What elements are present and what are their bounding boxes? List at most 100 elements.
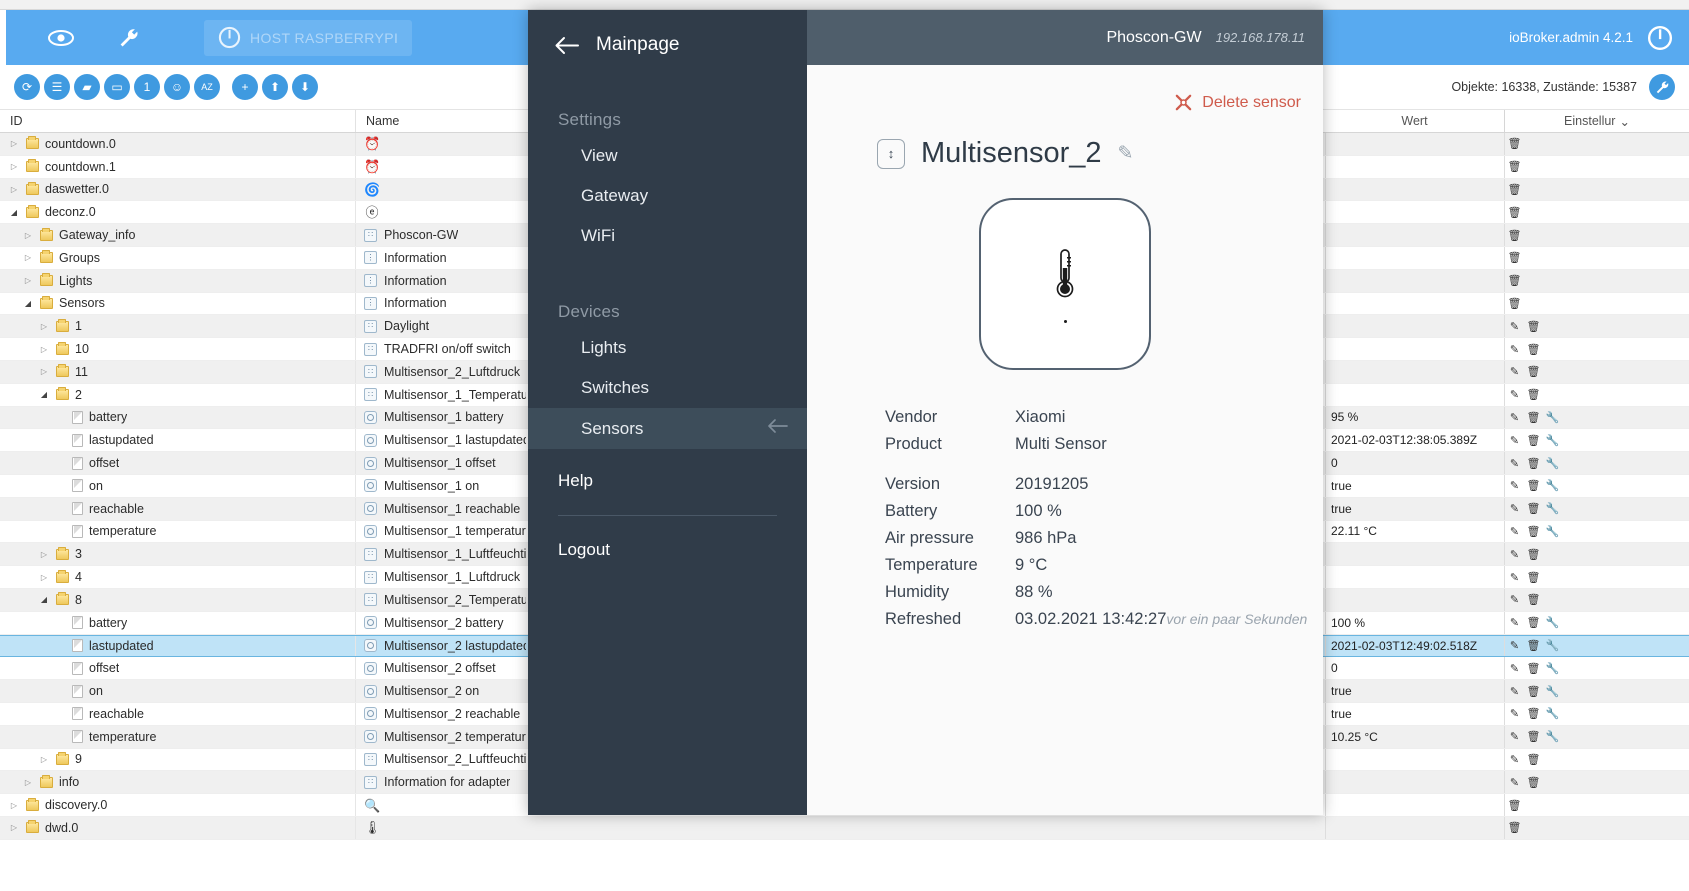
edit-pencil-icon[interactable]: ✎ [1505,521,1524,543]
column-header-id[interactable]: ID [0,110,356,132]
edit-pencil-icon[interactable]: ✎ [1505,543,1524,565]
chevron-right-icon[interactable]: ▷ [8,801,20,810]
wrench-icon[interactable] [114,23,144,53]
list-button[interactable]: ☰ [44,74,70,100]
pencil-icon[interactable]: ✎ [1118,142,1134,165]
column-header-value[interactable]: Wert [1325,110,1505,133]
chevron-right-icon[interactable]: ▷ [38,367,50,376]
edit-pencil-icon[interactable]: ✎ [1505,612,1524,634]
chevron-right-icon[interactable]: ▷ [22,231,34,240]
sidebar-item-help[interactable]: Help [528,449,807,491]
trash-icon[interactable]: 🗑 [1505,179,1524,201]
edit-pencil-icon[interactable]: ✎ [1505,589,1524,611]
trash-icon[interactable]: 🗑 [1524,749,1543,771]
chevron-down-icon[interactable]: ◢ [38,390,50,399]
sidebar-item-logout[interactable]: Logout [528,516,807,560]
trash-icon[interactable]: 🗑 [1505,201,1524,223]
trash-icon[interactable]: 🗑 [1505,224,1524,246]
chevron-right-icon[interactable]: ▷ [8,823,20,832]
chevron-right-icon[interactable]: ▷ [38,550,50,559]
sidebar-item-switches[interactable]: Switches [528,368,807,408]
trash-icon[interactable]: 🗑 [1524,452,1543,474]
trash-icon[interactable]: 🗑 [1524,521,1543,543]
wrench-icon[interactable]: 🔧 [1543,429,1562,451]
chevron-right-icon[interactable]: ▷ [22,778,34,787]
trash-icon[interactable]: 🗑 [1524,361,1543,383]
trash-icon[interactable]: 🗑 [1524,315,1543,337]
trash-icon[interactable]: 🗑 [1505,156,1524,178]
trash-icon[interactable]: 🗑 [1524,589,1543,611]
trash-icon[interactable]: 🗑 [1524,407,1543,429]
level-one-button[interactable]: 1 [134,74,160,100]
edit-pencil-icon[interactable]: ✎ [1505,315,1524,337]
sidebar-item-lights[interactable]: Lights [528,328,807,368]
wrench-icon[interactable]: 🔧 [1543,407,1562,429]
trash-icon[interactable]: 🗑 [1524,384,1543,406]
edit-pencil-icon[interactable]: ✎ [1505,475,1524,497]
chevron-right-icon[interactable]: ▷ [22,253,34,262]
power-icon[interactable] [1647,25,1673,51]
wrench-icon[interactable]: 🔧 [1543,703,1562,725]
edit-pencil-icon[interactable]: ✎ [1505,452,1524,474]
eye-icon[interactable] [46,23,76,53]
chevron-right-icon[interactable]: ▷ [38,755,50,764]
trash-icon[interactable]: 🗑 [1505,133,1524,155]
trash-icon[interactable]: 🗑 [1524,498,1543,520]
edit-pencil-icon[interactable]: ✎ [1505,657,1524,679]
delete-sensor-button[interactable]: Delete sensor [1174,93,1301,112]
export-button[interactable]: ⬇ [292,74,318,100]
trash-icon[interactable]: 🗑 [1505,270,1524,292]
sidebar-item-view[interactable]: View [528,136,807,176]
sidebar-mainpage-link[interactable]: Mainpage [528,10,807,56]
edit-pencil-icon[interactable]: ✎ [1505,726,1524,748]
edit-pencil-icon[interactable]: ✎ [1505,749,1524,771]
host-selector[interactable]: HOST RASPBERRYPI [204,19,413,56]
wrench-icon[interactable]: 🔧 [1543,475,1562,497]
collapse-left-arrow-icon[interactable] [767,418,789,439]
trash-icon[interactable]: 🗑 [1505,794,1524,816]
settings-wrench-icon[interactable] [1649,74,1675,100]
edit-pencil-icon[interactable]: ✎ [1505,498,1524,520]
collapse-folders-button[interactable]: ▭ [104,74,130,100]
edit-pencil-icon[interactable]: ✎ [1505,429,1524,451]
chevron-right-icon[interactable]: ▷ [8,139,20,148]
edit-pencil-icon[interactable]: ✎ [1505,407,1524,429]
wrench-icon[interactable]: 🔧 [1543,452,1562,474]
edit-pencil-icon[interactable]: ✎ [1505,703,1524,725]
trash-icon[interactable]: 🗑 [1524,429,1543,451]
trash-icon[interactable]: 🗑 [1505,247,1524,269]
wrench-icon[interactable]: 🔧 [1543,726,1562,748]
edit-pencil-icon[interactable]: ✎ [1505,680,1524,702]
trash-icon[interactable]: 🗑 [1524,338,1543,360]
wrench-icon[interactable]: 🔧 [1543,521,1562,543]
refresh-button[interactable]: ⟳ [14,74,40,100]
trash-icon[interactable]: 🗑 [1505,293,1524,315]
chevron-down-icon[interactable]: ◢ [8,208,20,217]
trash-icon[interactable]: 🗑 [1524,680,1543,702]
expand-folders-button[interactable]: ▰ [74,74,100,100]
trash-icon[interactable]: 🗑 [1524,636,1543,657]
wrench-icon[interactable]: 🔧 [1543,636,1562,657]
chevron-right-icon[interactable]: ▷ [38,573,50,582]
expert-mode-button[interactable]: ☺ [164,74,190,100]
chevron-right-icon[interactable]: ▷ [38,345,50,354]
edit-pencil-icon[interactable]: ✎ [1505,636,1524,657]
chevron-down-icon[interactable]: ◢ [38,595,50,604]
sidebar-item-sensors[interactable]: Sensors [528,408,807,449]
chevron-down-icon[interactable]: ◢ [22,299,34,308]
trash-icon[interactable]: 🗑 [1505,817,1524,839]
chevron-right-icon[interactable]: ▷ [8,185,20,194]
trash-icon[interactable]: 🗑 [1524,771,1543,793]
trash-icon[interactable]: 🗑 [1524,543,1543,565]
edit-pencil-icon[interactable]: ✎ [1505,361,1524,383]
wrench-icon[interactable]: 🔧 [1543,498,1562,520]
edit-pencil-icon[interactable]: ✎ [1505,566,1524,588]
edit-pencil-icon[interactable]: ✎ [1505,771,1524,793]
trash-icon[interactable]: 🗑 [1524,612,1543,634]
edit-pencil-icon[interactable]: ✎ [1505,338,1524,360]
add-object-button[interactable]: + [232,74,258,100]
wrench-icon[interactable]: 🔧 [1543,657,1562,679]
sort-alpha-button[interactable]: AZ [194,74,220,100]
sidebar-item-wifi[interactable]: WiFi [528,216,807,256]
wrench-icon[interactable]: 🔧 [1543,612,1562,634]
